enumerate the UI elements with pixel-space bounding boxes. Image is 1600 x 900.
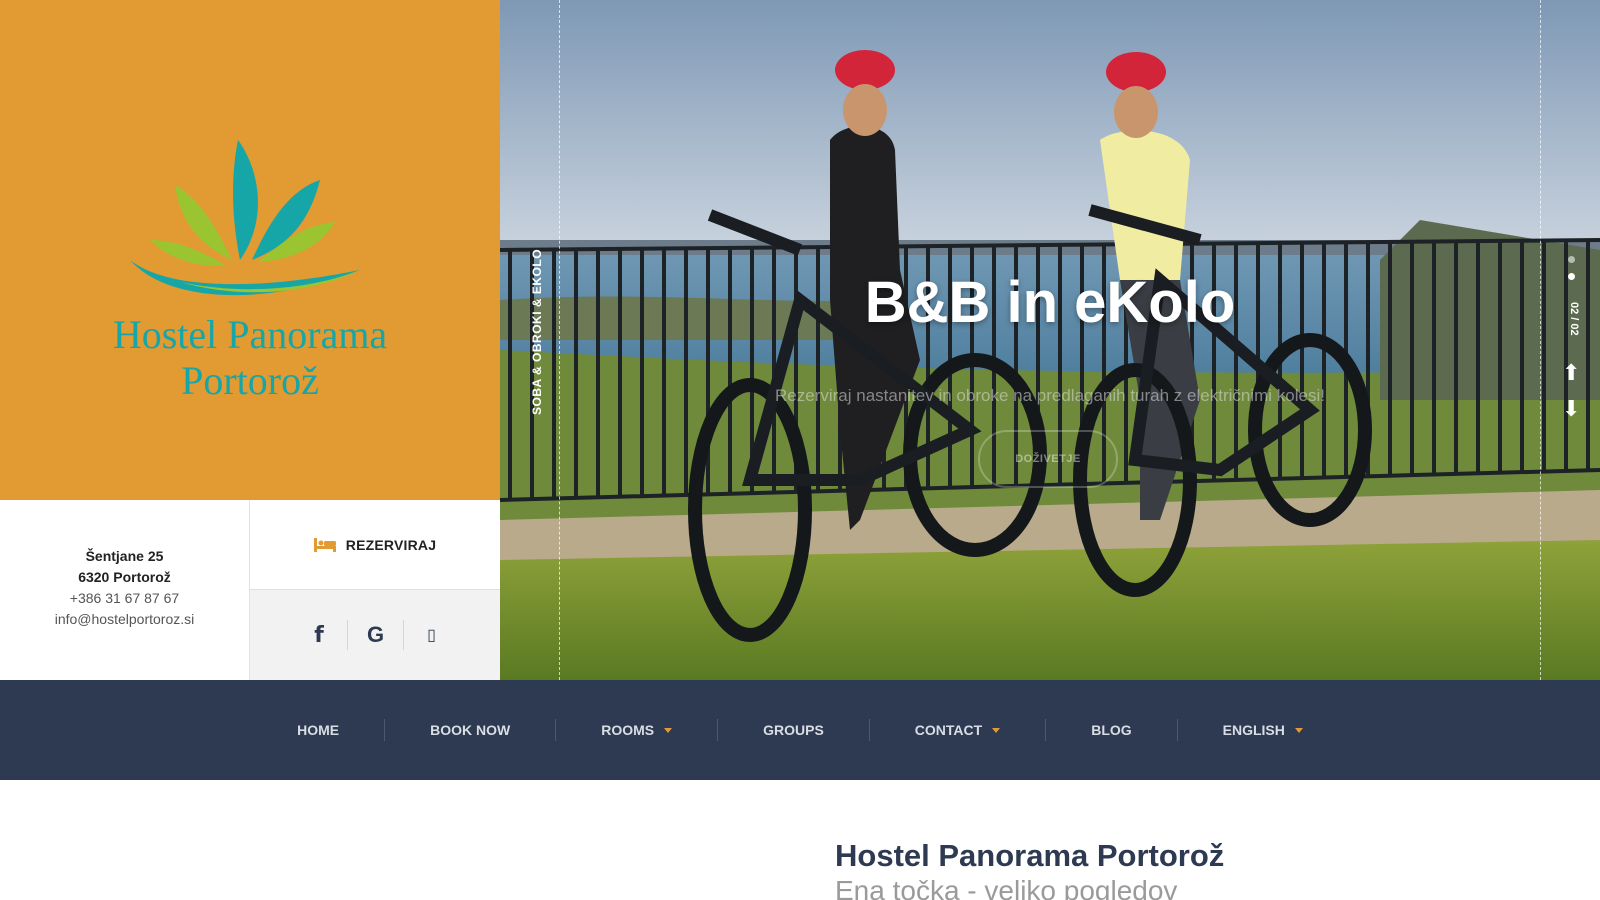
caret-down-icon	[992, 727, 1001, 733]
main-nav: HOME BOOK NOW ROOMS GROUPS CONTACT BLOG …	[0, 680, 1600, 780]
email-link[interactable]: info@hostelportoroz.si	[0, 609, 249, 630]
nav-label: CONTACT	[914, 722, 983, 738]
phone-link[interactable]: +386 31 67 87 67	[0, 588, 249, 609]
logo-name-line1: Hostel Panorama	[112, 312, 388, 357]
hero-photo	[500, 0, 1600, 680]
contact-box: Šentjane 25 6320 Portorož +386 31 67 87 …	[0, 500, 250, 680]
intro-subtitle: Ena točka - veliko pogledov	[835, 875, 1178, 900]
reserve-label: REZERVIRAJ	[345, 536, 437, 553]
nav-book-now[interactable]: BOOK NOW	[385, 719, 555, 741]
slide-next-arrow-icon[interactable]: ⬇	[1562, 396, 1580, 424]
intro-title: Hostel Panorama Portorož	[835, 838, 1225, 873]
caret-down-icon	[664, 727, 673, 733]
logo-name-line2: Portorož	[181, 358, 319, 403]
nav-home[interactable]: HOME	[252, 719, 384, 741]
facebook-icon[interactable]: f	[291, 620, 347, 650]
slide-dots	[1566, 256, 1576, 290]
nav-label: GROUPS	[763, 722, 824, 738]
logo-icon[interactable]	[120, 130, 380, 310]
tripadvisor-icon[interactable]: ▯	[403, 620, 459, 650]
bed-icon	[313, 537, 336, 552]
hero-divider-right	[1540, 0, 1541, 680]
address-street: Šentjane 25	[85, 548, 164, 564]
google-icon[interactable]: G	[347, 620, 403, 650]
nav-rooms[interactable]: ROOMS	[556, 719, 717, 741]
slide-prev-arrow-icon[interactable]: ⬆	[1562, 360, 1580, 388]
nav-label: ENGLISH	[1222, 722, 1285, 738]
slide-counter: 02 / 02	[1568, 302, 1580, 336]
social-links: f G ▯	[250, 590, 500, 680]
nav-language[interactable]: ENGLISH	[1178, 719, 1348, 741]
logo-panel: Hostel Panorama Portorož	[0, 0, 500, 500]
nav-label: HOME	[297, 722, 340, 738]
caret-down-icon	[1294, 727, 1303, 733]
slide-dot-2[interactable]	[1567, 273, 1575, 280]
nav-label: ROOMS	[601, 722, 655, 738]
nav-contact[interactable]: CONTACT	[870, 719, 1045, 741]
hero-divider-left	[559, 0, 560, 680]
nav-groups[interactable]: GROUPS	[718, 719, 869, 741]
nav-label: BLOG	[1091, 722, 1132, 738]
address-city: 6320 Portorož	[78, 569, 171, 585]
nav-label: BOOK NOW	[430, 722, 511, 738]
slide-dot-1[interactable]	[1567, 256, 1575, 263]
slide-category-label: SOBA & OBROKI & EKOLO	[530, 248, 544, 415]
nav-blog[interactable]: BLOG	[1046, 719, 1176, 741]
hero-slider	[500, 0, 1600, 680]
hero-title: B&B in eKolo	[864, 270, 1236, 335]
reserve-button[interactable]: REZERVIRAJ	[250, 500, 500, 590]
hero-cta-button[interactable]: DOŽIVETJE	[978, 430, 1118, 488]
hero-subtitle: Rezerviraj nastanitev in obroke na predl…	[775, 386, 1325, 405]
